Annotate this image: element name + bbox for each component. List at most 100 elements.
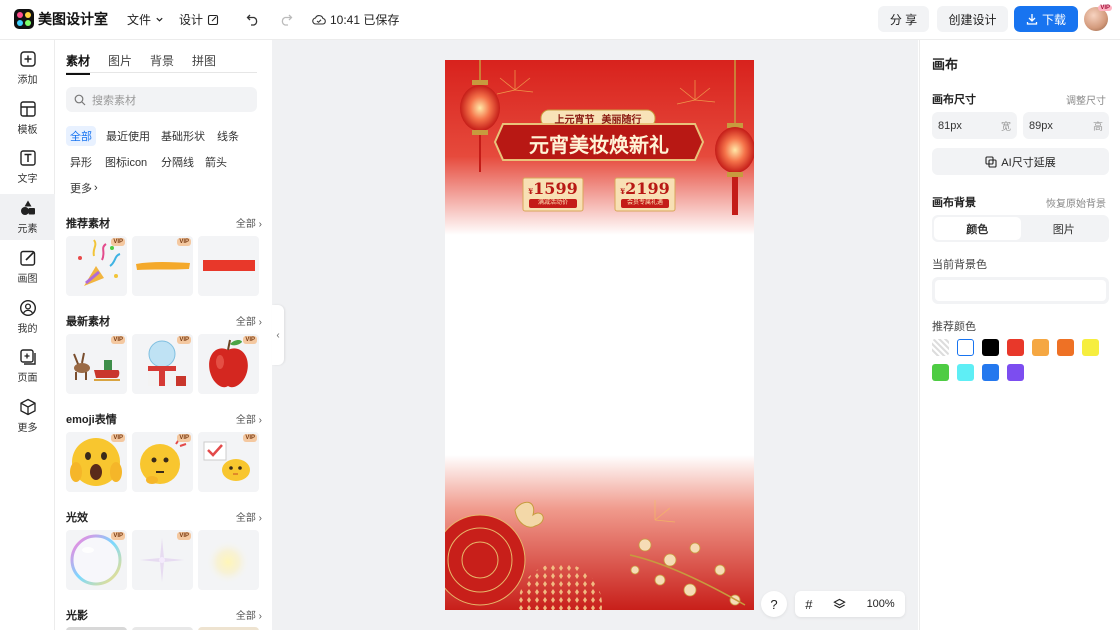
share-button[interactable]: 分 享 xyxy=(878,6,929,32)
asset-glow[interactable] xyxy=(198,530,259,590)
rail-item-text[interactable]: 文字 xyxy=(0,144,55,190)
ai-extend-button[interactable]: AI尺寸延展 xyxy=(932,148,1109,175)
reset-bg-link[interactable]: 恢复原始背景 xyxy=(1046,195,1106,210)
section-all-link[interactable]: 全部 › xyxy=(236,313,262,328)
swatch-green[interactable] xyxy=(932,364,949,381)
rail-item-add[interactable]: 添加 xyxy=(0,45,55,91)
layers-icon[interactable] xyxy=(833,598,846,611)
rail-item-draw[interactable]: 画图 xyxy=(0,244,55,290)
section-all-link[interactable]: 全部 › xyxy=(236,215,262,230)
swatch-transparent[interactable] xyxy=(932,339,949,356)
help-button[interactable]: ? xyxy=(761,591,787,617)
all-label: 全部 xyxy=(235,219,256,230)
width-field[interactable]: 81px 宽 xyxy=(932,112,1017,139)
asset-red-bar[interactable] xyxy=(198,236,259,296)
poster-headline[interactable]: 元宵美妆焕新礼 xyxy=(503,129,695,158)
adjust-size-link[interactable]: 调整尺寸 xyxy=(1066,92,1106,107)
asset-reindeer-sleigh[interactable]: VIP xyxy=(66,334,127,394)
file-menu[interactable]: 文件 xyxy=(127,11,164,28)
coupon-1-value[interactable]: ¥1599 xyxy=(523,179,583,198)
swatch-orange[interactable] xyxy=(1057,339,1074,356)
rail-item-page[interactable]: 页面 xyxy=(0,343,55,389)
glow-icon xyxy=(206,540,250,584)
chip-icons[interactable]: 图标icon xyxy=(101,152,151,172)
swatch-white[interactable] xyxy=(957,339,974,356)
swatch-light-orange[interactable] xyxy=(1032,339,1049,356)
vip-badge: VIP xyxy=(243,434,257,442)
bg-type-toggle: 颜色 图片 xyxy=(932,215,1109,242)
swatch-cyan[interactable] xyxy=(957,364,974,381)
all-label: 全部 xyxy=(235,611,256,622)
coupon-2-amount: 2199 xyxy=(625,179,670,198)
width-unit: 宽 xyxy=(1001,122,1011,133)
asset-snowglobe-gift[interactable]: VIP xyxy=(132,334,193,394)
zoom-level[interactable]: 100% xyxy=(867,598,895,610)
design-menu[interactable]: 设计 xyxy=(179,11,219,28)
swatch-red[interactable] xyxy=(1007,339,1024,356)
rail-label: 元素 xyxy=(17,224,38,235)
swatch-yellow[interactable] xyxy=(1082,339,1099,356)
save-status: 10:41 已保存 xyxy=(312,11,399,28)
poster-tag-text[interactable]: 上元宵节 美丽随行 xyxy=(541,111,655,126)
rail-item-elements[interactable]: 元素 xyxy=(0,194,55,240)
chip-irregular[interactable]: 异形 xyxy=(66,152,96,172)
redo-button[interactable] xyxy=(279,12,293,26)
chip-recent[interactable]: 最近使用 xyxy=(102,126,154,146)
current-bg-swatch[interactable] xyxy=(932,277,1109,304)
asset-brush-stroke[interactable]: VIP xyxy=(132,236,193,296)
plus-square-icon xyxy=(19,51,36,67)
swatch-blue[interactable] xyxy=(982,364,999,381)
asset-bubble[interactable]: VIP xyxy=(66,530,127,590)
search-input[interactable]: 搜索素材 xyxy=(66,87,257,112)
swatch-purple[interactable] xyxy=(1007,364,1024,381)
chip-more[interactable]: 更多 › xyxy=(66,178,102,198)
text-icon xyxy=(19,150,36,166)
coupon-2-label: 会员专属礼遇 xyxy=(626,200,663,206)
asset-emoji-thinking[interactable]: VIP xyxy=(132,432,193,492)
height-value: 89px xyxy=(1029,119,1053,132)
height-field[interactable]: 89px 高 xyxy=(1023,112,1109,139)
section-title: emoji表情 xyxy=(66,414,117,426)
collapse-panel-button[interactable]: ‹ xyxy=(272,305,284,365)
chip-more-label: 更多 xyxy=(70,183,92,195)
chip-lines[interactable]: 线条 xyxy=(213,126,243,146)
chip-all[interactable]: 全部 xyxy=(66,126,96,146)
rail-label: 页面 xyxy=(17,373,38,384)
poster-canvas[interactable]: 上元宵节 美丽随行 元宵美妆焕新礼 ¥1599 满减活动价 ¥2199 会员专属… xyxy=(445,60,754,610)
coupon-2-value[interactable]: ¥2199 xyxy=(615,179,675,198)
download-button[interactable]: 下载 xyxy=(1014,6,1078,32)
draw-icon xyxy=(19,250,35,266)
section-title: 最新素材 xyxy=(66,316,110,328)
chip-basic-shapes[interactable]: 基础形状 xyxy=(157,126,209,146)
asset-party-popper[interactable]: VIP xyxy=(66,236,127,296)
asset-emoji-shocked[interactable]: VIP xyxy=(66,432,127,492)
canvas-toolbar: # 100% xyxy=(795,591,905,617)
design-menu-label: 设计 xyxy=(179,13,204,27)
rail-item-more[interactable]: 更多 xyxy=(0,393,55,439)
app-logo[interactable]: 美图设计室 xyxy=(14,9,108,29)
grid-icon[interactable]: # xyxy=(805,597,812,612)
rail-label: 画图 xyxy=(17,274,38,285)
vip-badge: VIP xyxy=(177,434,191,442)
asset-sparkle[interactable]: VIP xyxy=(132,530,193,590)
section-all-link[interactable]: 全部 › xyxy=(236,607,262,622)
tab-image[interactable]: 图片 xyxy=(1021,217,1108,240)
coupon-1-amount: 1599 xyxy=(533,179,578,198)
asset-apple[interactable]: VIP xyxy=(198,334,259,394)
rail-item-mine[interactable]: 我的 xyxy=(0,294,55,340)
coupon-1-label: 满减活动价 xyxy=(537,200,568,206)
chip-dividers[interactable]: 分隔线 xyxy=(157,152,198,172)
avatar[interactable]: VIP xyxy=(1084,5,1112,31)
rail-item-template[interactable]: 模板 xyxy=(0,95,55,141)
section-all-link[interactable]: 全部 › xyxy=(236,411,262,426)
width-value: 81px xyxy=(938,119,962,132)
section-all-link[interactable]: 全部 › xyxy=(236,509,262,524)
undo-button[interactable] xyxy=(246,12,260,26)
create-design-button[interactable]: 创建设计 xyxy=(937,6,1008,32)
tab-color[interactable]: 颜色 xyxy=(934,217,1021,240)
search-placeholder: 搜索素材 xyxy=(92,94,136,107)
top-bar: 美图设计室 文件 设计 10:41 已保存 分 享 创建设计 下载 VIP xyxy=(0,0,1120,40)
chip-arrows[interactable]: 箭头 xyxy=(201,152,231,172)
swatch-black[interactable] xyxy=(982,339,999,356)
asset-emoji-checkmark[interactable]: VIP xyxy=(198,432,259,492)
